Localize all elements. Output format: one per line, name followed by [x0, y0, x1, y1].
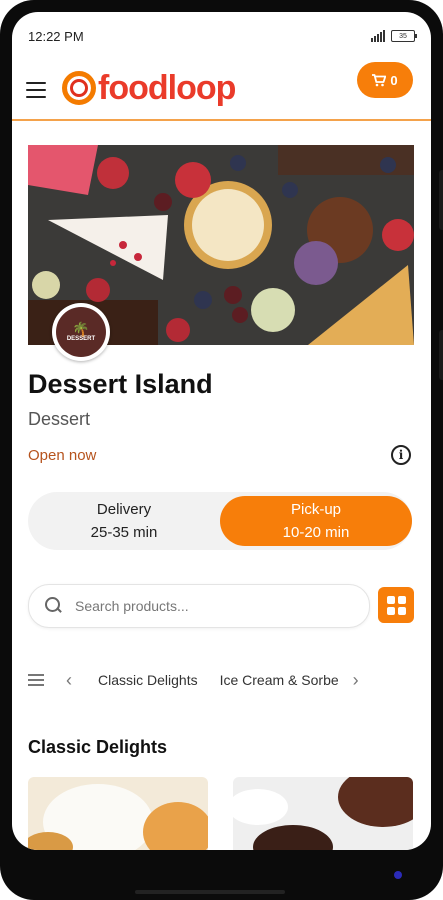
- cart-count: 0: [390, 72, 398, 88]
- logo-ring-icon: [62, 71, 96, 105]
- header-divider: [12, 119, 431, 121]
- info-icon[interactable]: i: [391, 445, 411, 465]
- volume-button: [439, 170, 443, 230]
- product-card[interactable]: [28, 777, 208, 850]
- restaurant-logo-badge: 🌴 DESSERT: [56, 307, 106, 357]
- grid-view-icon[interactable]: [378, 587, 414, 623]
- delivery-option[interactable]: Delivery 25-35 min: [28, 492, 220, 550]
- search-placeholder: Search products...: [75, 598, 189, 614]
- restaurant-logo-text: DESSERT: [66, 336, 96, 342]
- cart-icon: [372, 73, 387, 86]
- chevron-left-icon[interactable]: ‹: [62, 670, 76, 691]
- pickup-option[interactable]: Pick-up 10-20 min: [220, 496, 412, 546]
- restaurant-category: Dessert: [28, 409, 91, 429]
- battery-icon: 35: [391, 30, 417, 42]
- home-indicator[interactable]: [135, 890, 285, 894]
- list-icon[interactable]: [28, 674, 44, 686]
- foodloop-logo[interactable]: foodloop: [62, 64, 236, 112]
- open-status: Open now: [28, 447, 97, 464]
- restaurant-logo: 🌴 DESSERT: [52, 303, 110, 361]
- delivery-time: 25-35 min: [90, 524, 158, 541]
- cart-button[interactable]: 0: [357, 62, 413, 98]
- pickup-time: 10-20 min: [282, 524, 350, 541]
- signal-icon: [371, 30, 385, 42]
- status-bar: 12:22 PM 35: [28, 26, 417, 46]
- category-tab[interactable]: Classic Delights: [98, 672, 198, 688]
- palm-tree-icon: 🌴: [72, 321, 90, 337]
- logo-text: foodloop: [98, 69, 236, 107]
- category-tab[interactable]: Ice Cream & Sorbe: [220, 672, 339, 688]
- search-icon: [45, 597, 63, 615]
- category-bar: ‹ Classic Delights Ice Cream & Sorbe ›: [28, 667, 416, 693]
- app-header: foodloop 0: [12, 58, 431, 118]
- restaurant-name: Dessert Island: [28, 369, 213, 399]
- battery-level: 35: [399, 32, 407, 40]
- search-input[interactable]: Search products...: [28, 584, 370, 628]
- status-time: 12:22 PM: [28, 28, 84, 44]
- pickup-label: Pick-up: [290, 501, 342, 518]
- menu-icon[interactable]: [26, 82, 46, 98]
- section-title: Classic Delights: [28, 737, 168, 757]
- product-image: [28, 777, 208, 850]
- camera-dot: [394, 871, 402, 879]
- power-button: [439, 330, 443, 380]
- delivery-label: Delivery: [96, 501, 152, 518]
- order-mode-toggle: Delivery 25-35 min Pick-up 10-20 min: [28, 492, 412, 550]
- product-card[interactable]: [233, 777, 413, 850]
- phone-frame: 12:22 PM 35 foodloop 0 🌴 DESSERT Dessert…: [0, 0, 443, 900]
- chevron-right-icon[interactable]: ›: [349, 670, 363, 691]
- product-image: [233, 777, 413, 850]
- app-screen: 12:22 PM 35 foodloop 0 🌴 DESSERT Dessert…: [12, 12, 431, 850]
